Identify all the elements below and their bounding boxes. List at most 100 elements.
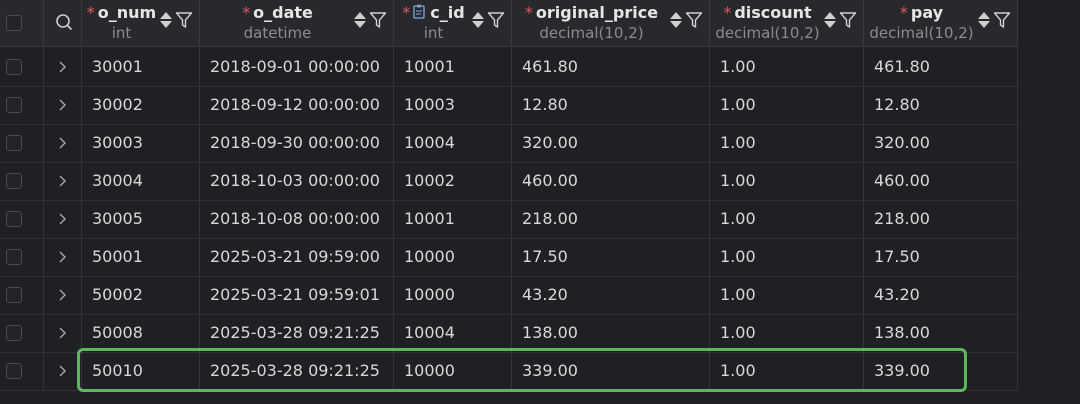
row-expand-cell[interactable]: [44, 238, 82, 276]
cell-c_id[interactable]: 10004: [394, 314, 512, 352]
chevron-right-icon[interactable]: [57, 250, 69, 264]
cell-pay[interactable]: 460.00: [864, 162, 1018, 200]
cell-pay[interactable]: 17.50: [864, 238, 1018, 276]
row-select-cell[interactable]: [0, 162, 44, 200]
cell-original_price[interactable]: 138.00: [512, 314, 710, 352]
row-expand-cell[interactable]: [44, 48, 82, 86]
chevron-right-icon[interactable]: [57, 136, 69, 150]
row-checkbox[interactable]: [6, 287, 22, 303]
cell-pay[interactable]: 138.00: [864, 314, 1018, 352]
cell-o_date[interactable]: 2025-03-21 09:59:00: [200, 238, 394, 276]
column-header-original_price[interactable]: * original_price decimal(10,2): [512, 0, 710, 46]
row-select-cell[interactable]: [0, 86, 44, 124]
cell-c_id[interactable]: 10001: [394, 48, 512, 86]
cell-discount[interactable]: 1.00: [710, 276, 864, 314]
table-row[interactable]: 50008 2025-03-28 09:21:25 10004 138.00 1.00 1…: [0, 314, 1018, 353]
row-checkbox[interactable]: [6, 173, 22, 189]
row-expand-cell[interactable]: [44, 162, 82, 200]
cell-pay[interactable]: 339.00: [864, 352, 1018, 390]
row-checkbox[interactable]: [6, 59, 22, 75]
row-expand-cell[interactable]: [44, 314, 82, 352]
table-row[interactable]: 50001 2025-03-21 09:59:00 10000 17.50 1.00 17…: [0, 238, 1018, 277]
cell-c_id[interactable]: 10000: [394, 276, 512, 314]
row-expand-cell[interactable]: [44, 200, 82, 238]
search-icon[interactable]: [55, 13, 73, 31]
table-row[interactable]: 30003 2018-09-30 00:00:00 10004 320.00 1.00 3…: [0, 124, 1018, 163]
cell-o_num[interactable]: 30004: [82, 162, 200, 200]
cell-discount[interactable]: 1.00: [710, 238, 864, 276]
cell-o_date[interactable]: 2025-03-21 09:59:01: [200, 276, 394, 314]
sort-icon[interactable]: [977, 11, 991, 29]
cell-o_num[interactable]: 30002: [82, 86, 200, 124]
cell-pay[interactable]: 218.00: [864, 200, 1018, 238]
chevron-right-icon[interactable]: [57, 288, 69, 302]
row-expand-cell[interactable]: [44, 86, 82, 124]
cell-o_date[interactable]: 2018-09-12 00:00:00: [200, 86, 394, 124]
filter-icon[interactable]: [993, 11, 1011, 29]
cell-discount[interactable]: 1.00: [710, 200, 864, 238]
sort-icon[interactable]: [669, 11, 683, 29]
chevron-right-icon[interactable]: [57, 174, 69, 188]
cell-original_price[interactable]: 461.80: [512, 48, 710, 86]
cell-o_num[interactable]: 30001: [82, 48, 200, 86]
row-checkbox[interactable]: [6, 249, 22, 265]
row-select-cell[interactable]: [0, 200, 44, 238]
chevron-right-icon[interactable]: [57, 212, 69, 226]
cell-original_price[interactable]: 320.00: [512, 124, 710, 162]
row-select-cell[interactable]: [0, 352, 44, 390]
filter-icon[interactable]: [487, 11, 505, 29]
row-select-cell[interactable]: [0, 48, 44, 86]
cell-o_date[interactable]: 2018-09-30 00:00:00: [200, 124, 394, 162]
filter-icon[interactable]: [685, 11, 703, 29]
chevron-right-icon[interactable]: [57, 364, 69, 378]
cell-o_date[interactable]: 2025-03-28 09:21:25: [200, 314, 394, 352]
row-checkbox[interactable]: [6, 363, 22, 379]
row-checkbox[interactable]: [6, 325, 22, 341]
table-row[interactable]: 30005 2018-10-08 00:00:00 10001 218.00 1.00 2…: [0, 200, 1018, 239]
cell-o_date[interactable]: 2018-10-08 00:00:00: [200, 200, 394, 238]
row-select-cell[interactable]: [0, 276, 44, 314]
cell-discount[interactable]: 1.00: [710, 48, 864, 86]
cell-o_num[interactable]: 50001: [82, 238, 200, 276]
header-search[interactable]: [44, 0, 82, 46]
cell-original_price[interactable]: 43.20: [512, 276, 710, 314]
sort-icon[interactable]: [823, 11, 837, 29]
cell-o_num[interactable]: 30003: [82, 124, 200, 162]
cell-o_num[interactable]: 30005: [82, 200, 200, 238]
cell-c_id[interactable]: 10001: [394, 200, 512, 238]
sort-icon[interactable]: [353, 11, 367, 29]
cell-o_num[interactable]: 50008: [82, 314, 200, 352]
cell-pay[interactable]: 320.00: [864, 124, 1018, 162]
row-select-cell[interactable]: [0, 124, 44, 162]
cell-o_num[interactable]: 50002: [82, 276, 200, 314]
cell-original_price[interactable]: 339.00: [512, 352, 710, 390]
cell-original_price[interactable]: 218.00: [512, 200, 710, 238]
header-select-all[interactable]: [0, 0, 44, 46]
row-expand-cell[interactable]: [44, 276, 82, 314]
row-expand-cell[interactable]: [44, 352, 82, 390]
chevron-right-icon[interactable]: [57, 60, 69, 74]
column-header-c_id[interactable]: * c_id int: [394, 0, 512, 46]
cell-c_id[interactable]: 10002: [394, 162, 512, 200]
chevron-right-icon[interactable]: [57, 326, 69, 340]
table-row[interactable]: 50010 2025-03-28 09:21:25 10000 339.00 1.00 3…: [0, 352, 1018, 391]
cell-discount[interactable]: 1.00: [710, 162, 864, 200]
table-row[interactable]: 30002 2018-09-12 00:00:00 10003 12.80 1.00 12…: [0, 86, 1018, 125]
cell-o_date[interactable]: 2018-09-01 00:00:00: [200, 48, 394, 86]
filter-icon[interactable]: [839, 11, 857, 29]
cell-o_num[interactable]: 50010: [82, 352, 200, 390]
cell-c_id[interactable]: 10000: [394, 352, 512, 390]
cell-original_price[interactable]: 17.50: [512, 238, 710, 276]
chevron-right-icon[interactable]: [57, 98, 69, 112]
table-row[interactable]: 30004 2018-10-03 00:00:00 10002 460.00 1.00 4…: [0, 162, 1018, 201]
sort-icon[interactable]: [471, 11, 485, 29]
column-header-discount[interactable]: * discount decimal(10,2): [710, 0, 864, 46]
cell-c_id[interactable]: 10003: [394, 86, 512, 124]
cell-o_date[interactable]: 2018-10-03 00:00:00: [200, 162, 394, 200]
table-row[interactable]: 50002 2025-03-21 09:59:01 10000 43.20 1.00 43…: [0, 276, 1018, 315]
cell-pay[interactable]: 12.80: [864, 86, 1018, 124]
row-checkbox[interactable]: [6, 97, 22, 113]
table-row[interactable]: 30001 2018-09-01 00:00:00 10001 461.80 1.00 4…: [0, 48, 1018, 87]
cell-o_date[interactable]: 2025-03-28 09:21:25: [200, 352, 394, 390]
column-header-o_date[interactable]: * o_date datetime: [200, 0, 394, 46]
